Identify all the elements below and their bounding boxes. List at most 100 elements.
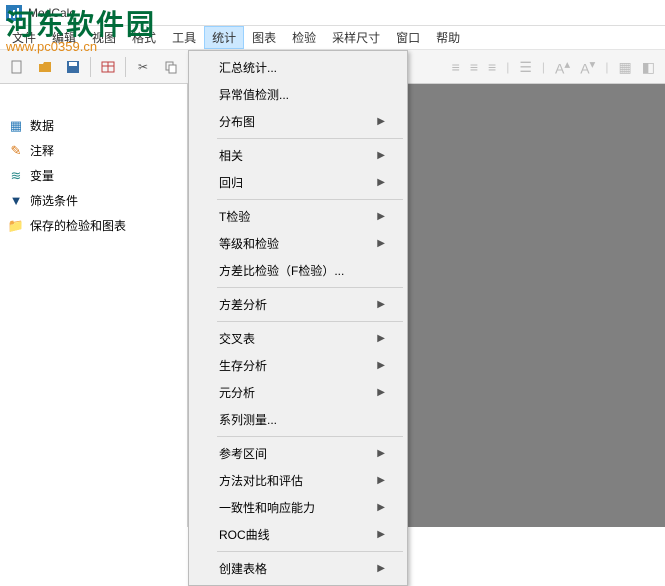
menu-item-label: 创建表格 xyxy=(219,560,267,577)
menu-item[interactable]: 元分析 ▶ xyxy=(191,379,405,406)
menu-item-label: ROC曲线 xyxy=(219,526,270,543)
menu-item[interactable]: 交叉表 ▶ xyxy=(191,325,405,352)
sidebar-item-label: 注释 xyxy=(30,142,54,159)
menu-item[interactable]: 方差比检验（F检验）... xyxy=(191,257,405,284)
sidebar-item-notes[interactable]: ✎ 注释 xyxy=(0,139,187,162)
chevron-right-icon: ▶ xyxy=(377,360,385,371)
menu-item-label: 回归 xyxy=(219,174,243,191)
menu-divider xyxy=(217,551,403,552)
align-left-icon[interactable]: ≡ xyxy=(452,59,460,75)
sidebar-item-label: 保存的检验和图表 xyxy=(30,217,126,234)
menu-file[interactable]: 文件 xyxy=(4,26,44,49)
grid-icon: ▦ xyxy=(8,118,24,134)
menu-item-label: 异常值检测... xyxy=(219,86,289,103)
open-icon[interactable] xyxy=(34,56,56,78)
menu-item[interactable]: 分布图 ▶ xyxy=(191,108,405,135)
filter-icon: ▼ xyxy=(8,193,24,209)
menu-item-label: 方差比检验（F检验）... xyxy=(219,262,344,279)
menu-divider xyxy=(217,138,403,139)
menu-item-label: 汇总统计... xyxy=(219,59,277,76)
menu-item[interactable]: 系列测量... xyxy=(191,406,405,433)
align-right-icon[interactable]: ≡ xyxy=(488,59,496,75)
new-icon[interactable] xyxy=(6,56,28,78)
menu-item-label: 生存分析 xyxy=(219,357,267,374)
menu-chart[interactable]: 图表 xyxy=(244,26,284,49)
app-title: MedCalc xyxy=(28,6,75,20)
layout2-icon[interactable]: ◧ xyxy=(642,59,655,76)
menu-item-label: 方法对比和评估 xyxy=(219,472,303,489)
menu-item-label: 分布图 xyxy=(219,113,255,130)
menu-item-label: 相关 xyxy=(219,147,243,164)
menu-item[interactable]: 方法对比和评估 ▶ xyxy=(191,467,405,494)
menu-item[interactable]: 生存分析 ▶ xyxy=(191,352,405,379)
list-icon[interactable]: ☰ xyxy=(519,59,532,76)
menu-sample-size[interactable]: 采样尺寸 xyxy=(324,26,388,49)
chevron-right-icon: ▶ xyxy=(377,177,385,188)
sidebar-item-label: 变量 xyxy=(30,167,54,184)
align-center-icon[interactable]: ≡ xyxy=(470,59,478,75)
menu-item-label: 方差分析 xyxy=(219,296,267,313)
table-icon[interactable] xyxy=(97,56,119,78)
menu-item[interactable]: 异常值检测... xyxy=(191,81,405,108)
menu-format[interactable]: 格式 xyxy=(124,26,164,49)
menu-item[interactable]: 一致性和响应能力▶ xyxy=(191,494,405,521)
toolbar-separator xyxy=(90,57,91,77)
menu-item[interactable]: T检验▶ xyxy=(191,203,405,230)
menu-item-label: T检验 xyxy=(219,208,250,225)
font-increase-icon[interactable]: A▴ xyxy=(555,57,570,77)
menu-item[interactable]: 相关 ▶ xyxy=(191,142,405,169)
chevron-right-icon: ▶ xyxy=(377,116,385,127)
menu-item[interactable]: 参考区间▶ xyxy=(191,440,405,467)
wave-icon: ≋ xyxy=(8,168,24,184)
menu-help[interactable]: 帮助 xyxy=(428,26,468,49)
copy-icon[interactable] xyxy=(160,56,182,78)
sidebar-item-variables[interactable]: ≋ 变量 xyxy=(0,164,187,187)
menu-divider xyxy=(217,321,403,322)
menu-divider xyxy=(217,436,403,437)
folder-icon: 📁 xyxy=(8,218,24,234)
menu-window[interactable]: 窗口 xyxy=(388,26,428,49)
chevron-right-icon: ▶ xyxy=(377,299,385,310)
chevron-right-icon: ▶ xyxy=(377,150,385,161)
menu-test[interactable]: 检验 xyxy=(284,26,324,49)
note-icon: ✎ xyxy=(8,143,24,159)
menu-divider xyxy=(217,199,403,200)
menu-view[interactable]: 视图 xyxy=(84,26,124,49)
sidebar-item-filter[interactable]: ▼ 筛选条件 xyxy=(0,189,187,212)
chevron-right-icon: ▶ xyxy=(377,529,385,540)
chevron-right-icon: ▶ xyxy=(377,563,385,574)
sidebar-item-label: 筛选条件 xyxy=(30,192,78,209)
menubar: 文件 编辑 视图 格式 工具 统计 图表 检验 采样尺寸 窗口 帮助 xyxy=(0,26,665,50)
menu-tools[interactable]: 工具 xyxy=(164,26,204,49)
menu-item-label: 交叉表 xyxy=(219,330,255,347)
menu-item-label: 元分析 xyxy=(219,384,255,401)
chevron-right-icon: ▶ xyxy=(377,333,385,344)
menu-item[interactable]: 等级和检验 ▶ xyxy=(191,230,405,257)
sidebar-item-saved[interactable]: 📁 保存的检验和图表 xyxy=(0,214,187,237)
menu-divider xyxy=(217,287,403,288)
sidebar: ▦ 数据 ✎ 注释 ≋ 变量 ▼ 筛选条件 📁 保存的检验和图表 xyxy=(0,84,188,527)
menu-edit[interactable]: 编辑 xyxy=(44,26,84,49)
app-icon xyxy=(6,5,22,21)
menu-item[interactable]: 创建表格 ▶ xyxy=(191,555,405,582)
menu-item[interactable]: ROC曲线 ▶ xyxy=(191,521,405,548)
menu-statistics[interactable]: 统计 xyxy=(204,26,244,49)
toolbar-separator xyxy=(125,57,126,77)
save-icon[interactable] xyxy=(62,56,84,78)
chevron-right-icon: ▶ xyxy=(377,238,385,249)
chevron-right-icon: ▶ xyxy=(377,387,385,398)
scissors-icon[interactable]: ✂ xyxy=(132,56,154,78)
menu-item-label: 系列测量... xyxy=(219,411,277,428)
font-decrease-icon[interactable]: A▾ xyxy=(580,57,595,77)
sidebar-item-label: 数据 xyxy=(30,117,54,134)
menu-item-label: 一致性和响应能力 xyxy=(219,499,315,516)
chevron-right-icon: ▶ xyxy=(377,475,385,486)
sidebar-item-data[interactable]: ▦ 数据 xyxy=(0,114,187,137)
menu-item[interactable]: 方差分析 ▶ xyxy=(191,291,405,318)
menu-item[interactable]: 汇总统计... xyxy=(191,54,405,81)
layout-icon[interactable]: ▦ xyxy=(619,59,632,76)
menu-item-label: 等级和检验 xyxy=(219,235,279,252)
statistics-dropdown: 汇总统计...异常值检测...分布图▶相关▶回归▶T检验▶等级和检验▶方差比检验… xyxy=(188,50,408,586)
menu-item[interactable]: 回归 ▶ xyxy=(191,169,405,196)
format-toolbar: ≡ ≡ ≡ | ☰ | A▴ A▾ | ▦ ◧ xyxy=(452,50,665,84)
